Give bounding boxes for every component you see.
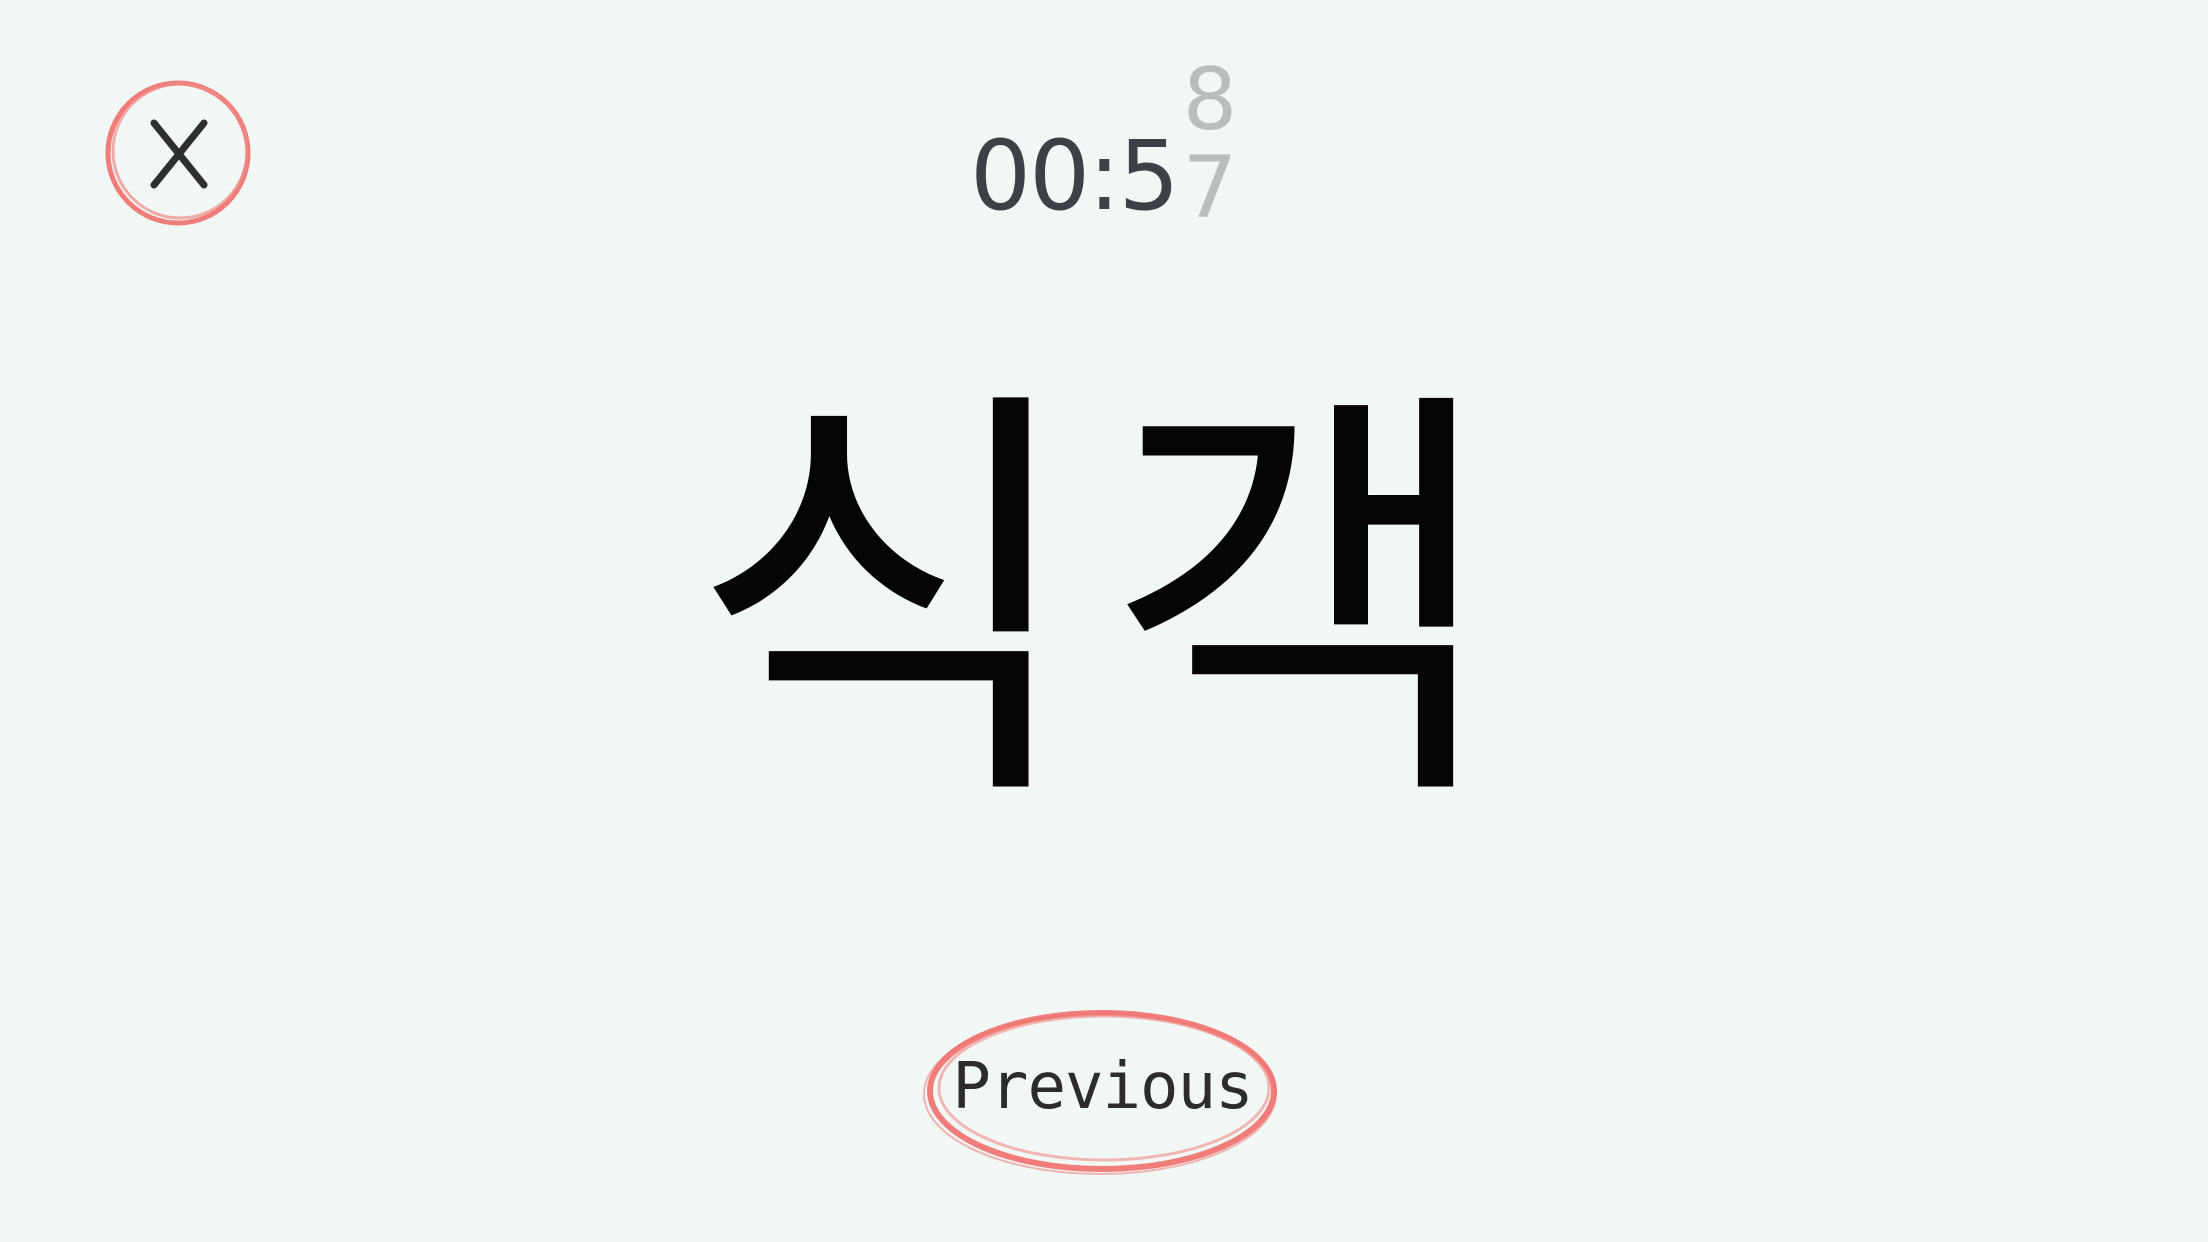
timer-next-digit: 8 <box>1182 50 1238 150</box>
close-icon <box>105 80 251 226</box>
previous-button-label: Previous <box>952 1050 1253 1124</box>
previous-button[interactable]: Previous <box>920 1000 1285 1182</box>
timer-current-digit: 7 <box>1182 138 1238 238</box>
timer-text: 00:5 <box>970 120 1180 232</box>
close-button[interactable] <box>100 73 257 230</box>
flashcard-screen: 00:5 8 7 식객 Previous <box>0 0 2208 1242</box>
flashcard-word: 식객 <box>688 355 1520 855</box>
